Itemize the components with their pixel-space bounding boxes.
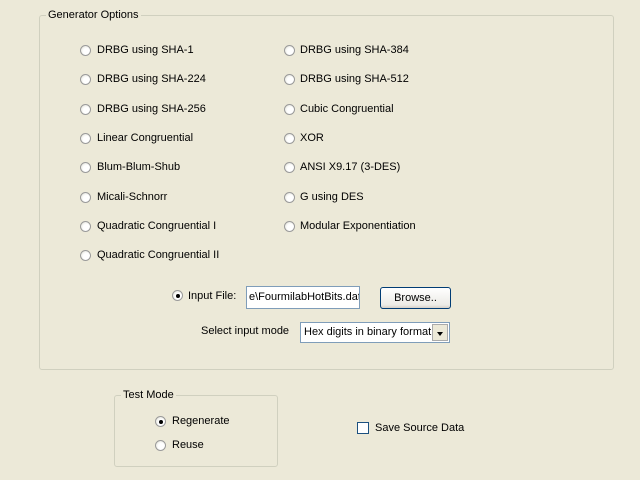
regenerate-label: Regenerate bbox=[172, 415, 230, 427]
generator-label: DRBG using SHA-224 bbox=[97, 73, 206, 85]
group-title: Test Mode bbox=[121, 389, 176, 401]
generator-radio[interactable] bbox=[80, 104, 91, 115]
input-mode-select[interactable]: Hex digits in binary format bbox=[300, 322, 450, 343]
browse-button[interactable]: Browse.. bbox=[380, 287, 451, 309]
generator-radio[interactable] bbox=[284, 45, 295, 56]
generator-radio[interactable] bbox=[80, 221, 91, 232]
generator-label: DRBG using SHA-256 bbox=[97, 103, 206, 115]
save-source-data-checkbox[interactable] bbox=[357, 422, 369, 434]
generator-label: G using DES bbox=[300, 191, 364, 203]
generator-label: Quadratic Congruential II bbox=[97, 249, 220, 261]
input-file-field[interactable]: e\FourmilabHotBits.dat bbox=[246, 286, 360, 309]
generator-radio[interactable] bbox=[284, 221, 295, 232]
generator-radio[interactable] bbox=[284, 192, 295, 203]
generator-label: ANSI X9.17 (3-DES) bbox=[300, 161, 401, 173]
generator-label: Quadratic Congruential I bbox=[97, 220, 217, 232]
generator-label: Modular Exponentiation bbox=[300, 220, 416, 232]
generator-label: DRBG using SHA-384 bbox=[300, 44, 409, 56]
generator-label: Cubic Congruential bbox=[300, 103, 394, 115]
generator-label: DRBG using SHA-512 bbox=[300, 73, 409, 85]
generator-label: XOR bbox=[300, 132, 324, 144]
input-mode-label: Select input mode bbox=[201, 325, 290, 337]
input-mode-value: Hex digits in binary format bbox=[304, 326, 432, 338]
input-file-radio[interactable] bbox=[172, 290, 183, 301]
save-source-data-label: Save Source Data bbox=[375, 422, 465, 434]
generator-radio[interactable] bbox=[284, 133, 295, 144]
generator-label: Linear Congruential bbox=[97, 132, 194, 144]
reuse-radio[interactable] bbox=[155, 440, 166, 451]
test-mode-group: Test Mode bbox=[114, 389, 278, 467]
generator-radio[interactable] bbox=[80, 74, 91, 85]
generator-label: DRBG using SHA-1 bbox=[97, 44, 194, 56]
regenerate-radio[interactable] bbox=[155, 416, 166, 427]
generator-radio[interactable] bbox=[80, 133, 91, 144]
generator-radio[interactable] bbox=[80, 192, 91, 203]
chevron-down-icon[interactable] bbox=[432, 324, 448, 341]
reuse-label: Reuse bbox=[172, 439, 204, 451]
generator-radio[interactable] bbox=[80, 45, 91, 56]
input-file-label: Input File: bbox=[188, 290, 237, 302]
generator-label: Blum-Blum-Shub bbox=[97, 161, 181, 173]
generator-radio[interactable] bbox=[284, 162, 295, 173]
generator-radio[interactable] bbox=[284, 104, 295, 115]
generator-label: Micali-Schnorr bbox=[97, 191, 168, 203]
group-title: Generator Options bbox=[46, 9, 141, 21]
generator-radio[interactable] bbox=[80, 250, 91, 261]
generator-radio[interactable] bbox=[284, 74, 295, 85]
generator-radio[interactable] bbox=[80, 162, 91, 173]
